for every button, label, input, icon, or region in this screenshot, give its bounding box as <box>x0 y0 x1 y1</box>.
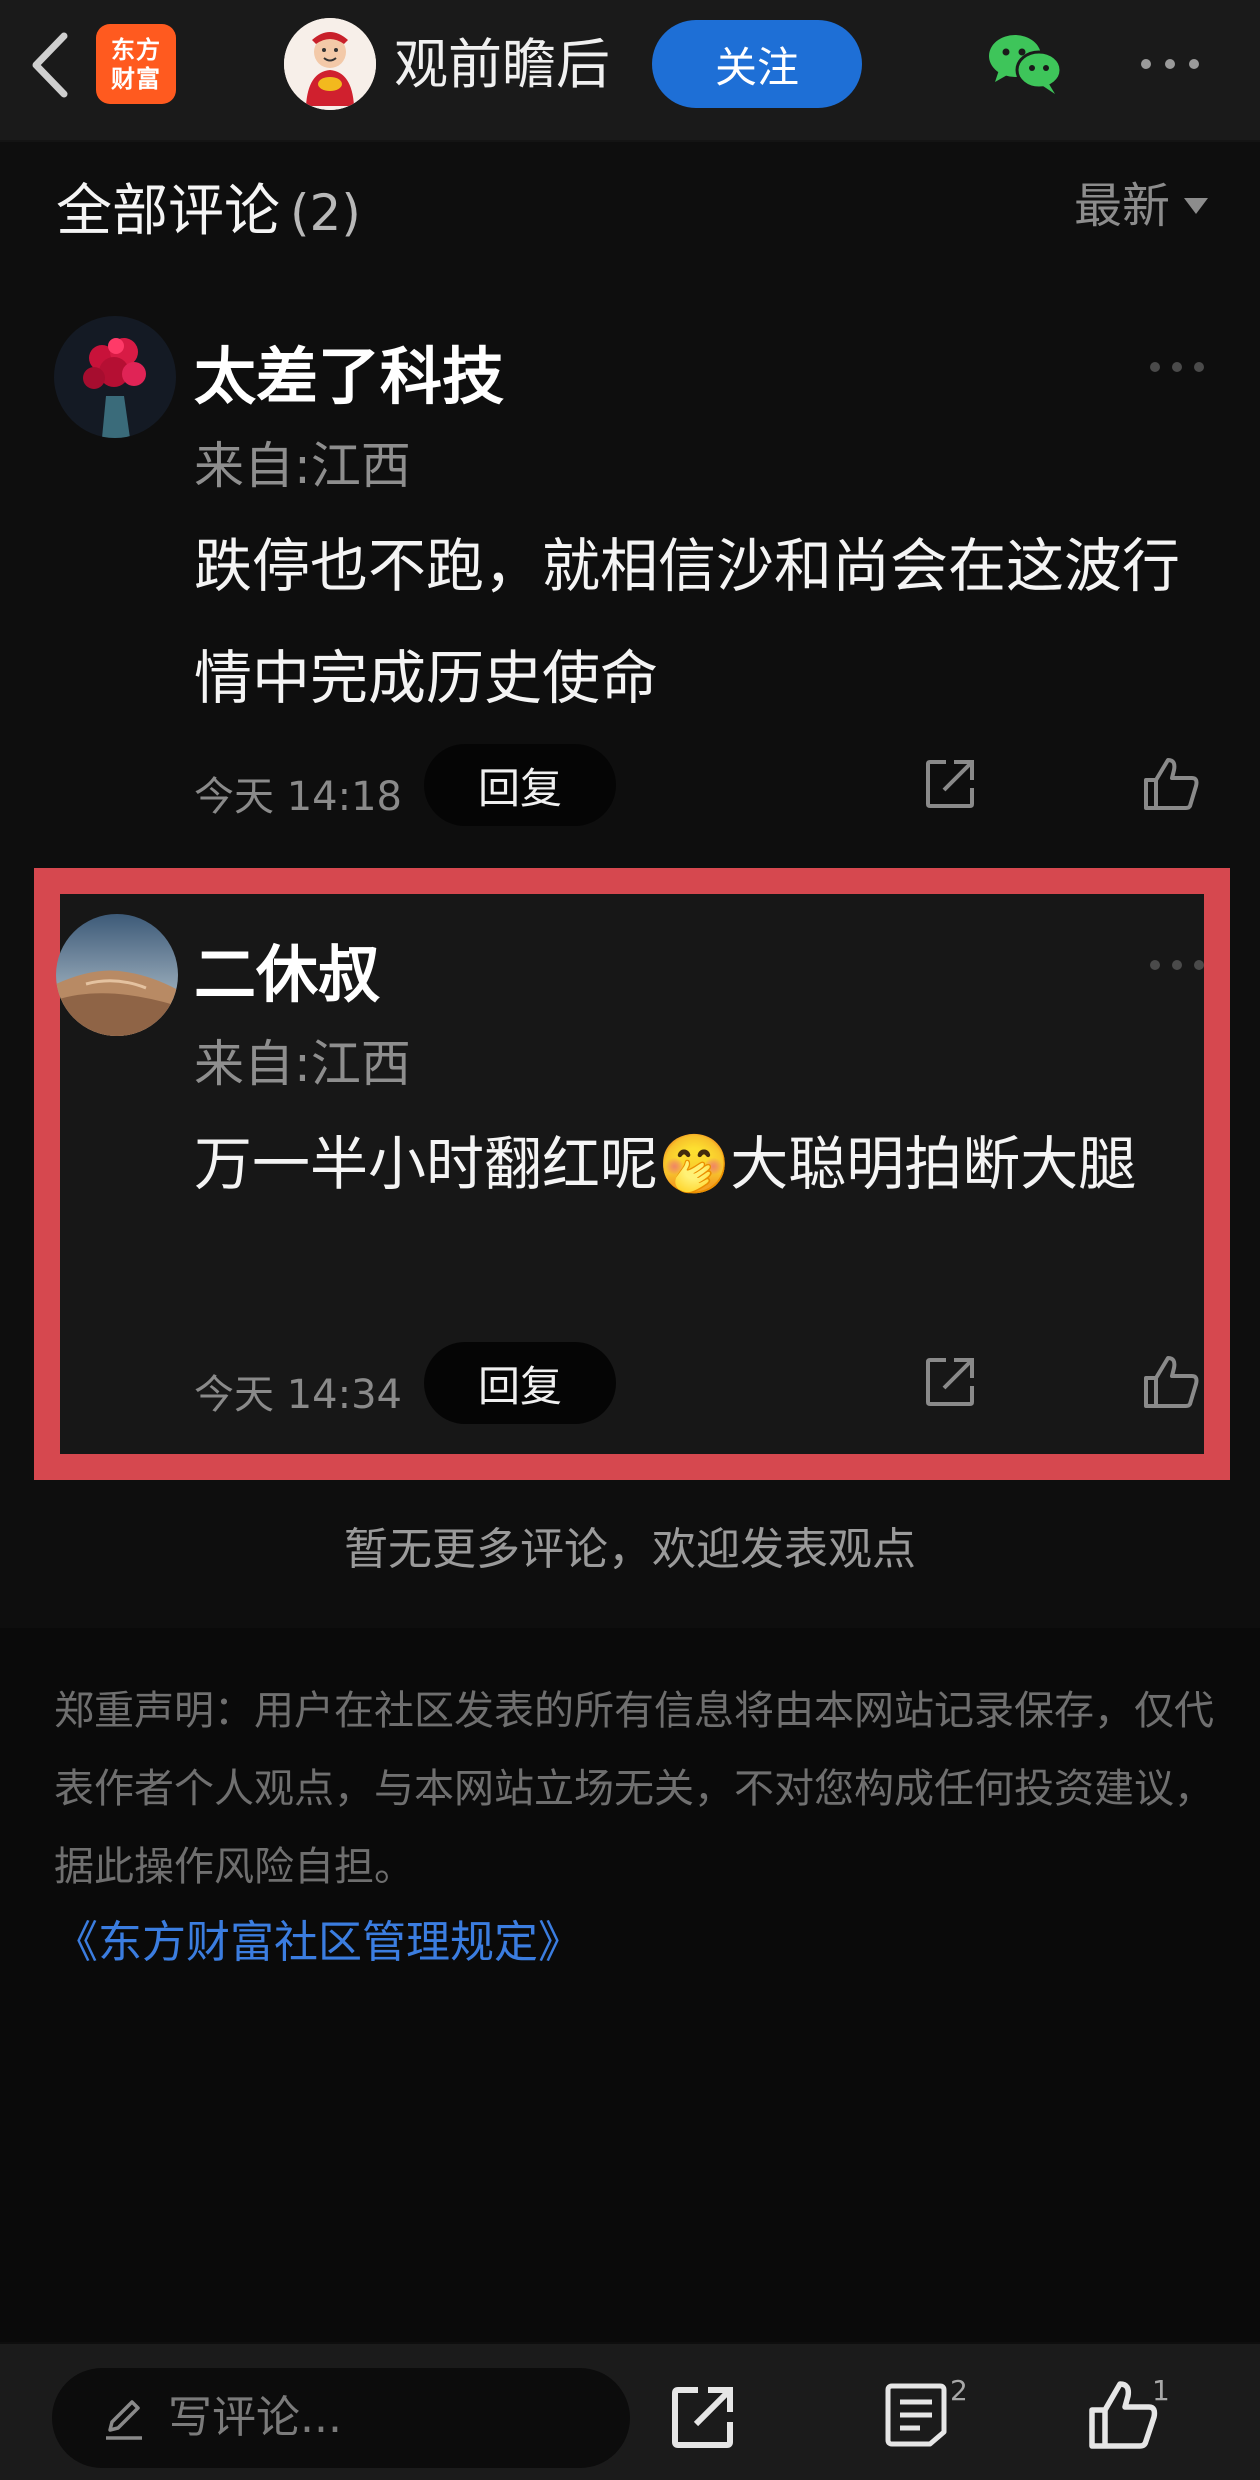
top-nav-bar: 东方 财富 观前瞻后 关注 <box>0 0 1260 142</box>
community-rules-link[interactable]: 《东方财富社区管理规定》 <box>54 1906 582 1970</box>
comment-text: 跌停也不跑，就相信沙和尚会在这波行情中完成历史使命 <box>194 532 1181 712</box>
share-icon[interactable] <box>668 2382 738 2452</box>
disclaimer-section: 郑重声明：用户在社区发表的所有信息将由本网站记录保存，仅代表作者个人观点，与本网… <box>0 1628 1260 2342</box>
thumbs-up-icon[interactable] <box>1088 2380 1158 2450</box>
comment-input-placeholder: 写评论... <box>168 2392 342 2443</box>
comment-time: 今天 14:18 <box>194 774 402 820</box>
comment-more-icon[interactable] <box>1148 958 1206 972</box>
comment-text: 万一半小时翻红呢🤭大聪明拍断大腿 <box>194 1130 1137 1198</box>
sort-label: 最新 <box>1073 178 1170 234</box>
comment-username[interactable]: 太差了科技 <box>194 326 504 416</box>
comment-time: 今天 14:34 <box>194 1372 402 1418</box>
fortune-god-avatar-icon <box>284 18 376 110</box>
comment-location: 来自:江西 <box>194 1035 411 1093</box>
comment-count-badge: 2 <box>950 2374 968 2407</box>
pencil-icon <box>106 2400 142 2440</box>
reply-button[interactable]: 回复 <box>424 1342 616 1424</box>
comments-list-icon[interactable] <box>884 2380 948 2450</box>
comment-more-icon[interactable] <box>1148 360 1206 374</box>
bottom-action-bar: 写评论... 2 1 <box>0 2344 1260 2480</box>
comment-item: 二休叔 来自:江西 万一半小时翻红呢🤭大聪明拍断大腿 今天 14:34 回复 <box>0 914 1260 1434</box>
caret-down-icon <box>1184 198 1208 214</box>
share-icon[interactable] <box>922 756 978 812</box>
author-avatar[interactable] <box>284 18 376 110</box>
logo-line-1: 东方 <box>111 35 161 64</box>
comments-title: 全部评论 (2) <box>56 172 361 252</box>
desert-dune-avatar-icon <box>56 914 178 1036</box>
thumbs-up-icon[interactable] <box>1142 1354 1200 1410</box>
disclaimer-text: 郑重声明：用户在社区发表的所有信息将由本网站记录保存，仅代表作者个人观点，与本网… <box>54 1688 1214 1890</box>
user-avatar[interactable] <box>54 316 176 438</box>
thumbs-up-icon[interactable] <box>1142 756 1200 812</box>
eastmoney-logo[interactable]: 东方 财富 <box>96 24 176 104</box>
logo-line-2: 财富 <box>111 64 161 93</box>
no-more-comments-text: 暂无更多评论，欢迎发表观点 <box>344 1524 916 1575</box>
more-options-icon[interactable] <box>1138 54 1202 74</box>
comment-input[interactable]: 写评论... <box>52 2368 630 2468</box>
comment-username[interactable]: 二休叔 <box>194 924 380 1014</box>
roses-avatar-icon <box>54 316 176 438</box>
share-icon[interactable] <box>922 1354 978 1410</box>
user-avatar[interactable] <box>56 914 178 1036</box>
comments-title-label: 全部评论 <box>56 179 280 244</box>
comment-location: 来自:江西 <box>194 437 411 495</box>
wechat-icon[interactable] <box>985 30 1065 96</box>
comments-count: (2) <box>290 184 361 242</box>
reply-button[interactable]: 回复 <box>424 744 616 826</box>
author-name[interactable]: 观前瞻后 <box>394 30 610 100</box>
sort-dropdown[interactable]: 最新 <box>1074 168 1208 244</box>
comment-item: 太差了科技 来自:江西 跌停也不跑，就相信沙和尚会在这波行情中完成历史使命 今天… <box>0 316 1260 836</box>
like-count-badge: 1 <box>1152 2374 1170 2407</box>
back-arrow-icon[interactable] <box>26 30 76 100</box>
follow-button[interactable]: 关注 <box>652 20 862 108</box>
